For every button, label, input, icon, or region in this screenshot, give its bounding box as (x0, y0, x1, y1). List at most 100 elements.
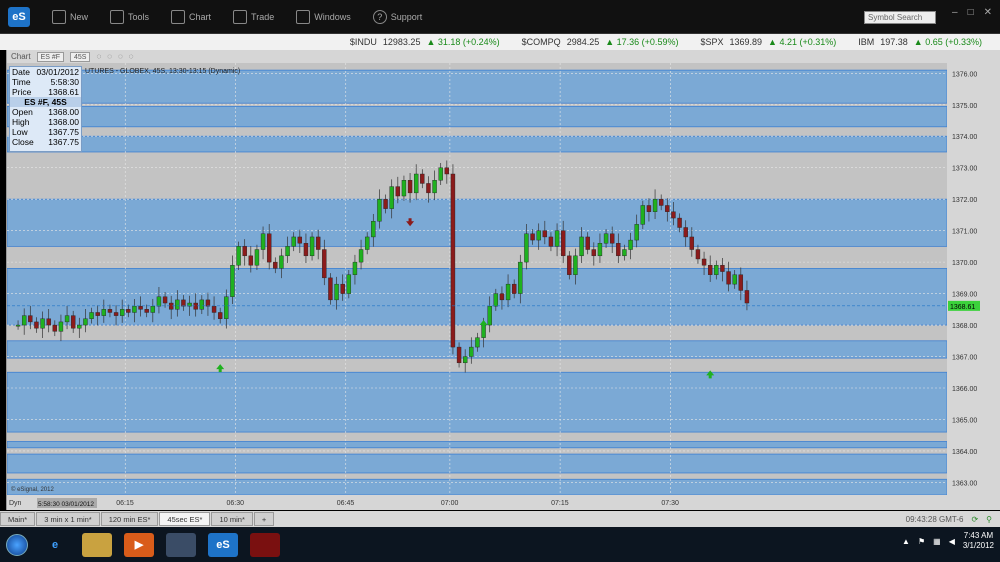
candle-body (462, 356, 468, 364)
candle-body (254, 249, 260, 266)
candle-body (175, 299, 180, 310)
candle-body (395, 186, 401, 197)
chart-type-label[interactable]: Chart (11, 52, 31, 61)
windows-button[interactable]: Windows (296, 9, 351, 24)
data-window: Date 03/01/2012 Time 5:58:30 Price 1368.61 … (9, 66, 82, 152)
page-tabs: Main* 3 min x 1 min* 120 min ES* 45sec ES* 1… (0, 511, 1000, 527)
app-taskbar-icon[interactable] (250, 532, 280, 557)
help-icon: ? (372, 9, 387, 24)
support-button[interactable]: ? Support (372, 9, 422, 24)
up-arrow-icon: ▲ (768, 37, 780, 47)
candle-body (567, 255, 572, 275)
start-button[interactable] (6, 533, 28, 556)
candle-body (273, 261, 278, 269)
sr-band (7, 371, 948, 433)
candle-body (236, 246, 241, 266)
ticker-item[interactable]: IBM 197.38 ▲ 0.65 (+0.33%) (858, 37, 982, 47)
candle-body (487, 305, 492, 326)
x-start-label: 5:58:30 03/01/2012 (38, 501, 94, 508)
candle-body (64, 315, 70, 323)
status-bar: 09:43:28 GMT-6 ⟳ ⚲ (906, 511, 992, 527)
chart-tool-icon[interactable]: ◌ (129, 52, 134, 61)
symbol-search-input[interactable]: Symbol Search (864, 11, 936, 24)
candle-body (34, 321, 39, 329)
candle-body (426, 183, 431, 194)
candle-body (671, 211, 676, 219)
volume-icon[interactable]: ◀ (949, 537, 955, 546)
folder-icon[interactable] (82, 532, 112, 557)
media-player-icon[interactable]: ▶ (124, 532, 154, 557)
candle-body (383, 198, 388, 209)
tools-button[interactable]: Tools (110, 9, 149, 24)
chart-tool-icon[interactable]: ◌ (107, 52, 112, 61)
tray-arrow-icon[interactable]: ▲ (902, 537, 910, 546)
chart-tool-icon[interactable]: ◌ (118, 52, 123, 61)
candle-body (640, 205, 646, 225)
chart-tool-icon[interactable]: ◌ (96, 52, 101, 61)
candle-body (652, 198, 658, 212)
chart-symbol-select[interactable]: ES #F (36, 51, 65, 62)
ticker-item[interactable]: $INDU 12983.25 ▲ 31.18 (+0.24%) (350, 37, 500, 47)
candle-body (77, 324, 82, 329)
chart-button[interactable]: Chart (171, 9, 211, 24)
y-tick-label: 1372.00 (952, 197, 977, 204)
tools-icon (110, 9, 125, 24)
price-chart[interactable]: 1376.00 1375.00 1374.00 1373.00 1372.00 1371.… (7, 63, 1000, 510)
trade-button[interactable]: Trade (233, 9, 274, 24)
esignal-taskbar-icon[interactable]: eS (208, 532, 238, 557)
y-tick-label: 1365.00 (952, 417, 977, 424)
candle-body (346, 274, 352, 294)
candle-body (714, 265, 719, 275)
network-icon[interactable]: ▦ (933, 537, 941, 546)
computer-icon[interactable] (166, 532, 196, 557)
candle-body (291, 236, 296, 247)
candle-body (579, 236, 584, 257)
tab-0[interactable]: Main* (0, 512, 36, 526)
candle-body (144, 309, 149, 313)
ticker-item[interactable]: $COMPQ 2984.25 ▲ 17.36 (+0.59%) (522, 37, 679, 47)
tab-1[interactable]: 3 min x 1 min* (36, 512, 100, 526)
candle-body (707, 265, 713, 275)
ie-icon[interactable]: e (40, 533, 70, 557)
trade-icon (233, 9, 248, 24)
clock[interactable]: 7:43 AM 3/1/2012 (963, 531, 994, 551)
flag-icon[interactable]: ⚑ (918, 537, 925, 546)
chart-header: UTURES - GLOBEX, 45S, 13:30-13:15 (Dynam… (85, 68, 240, 75)
x-tick-label: 06:45 (337, 500, 355, 507)
refresh-icon[interactable]: ⟳ (971, 515, 978, 524)
maximize-icon[interactable]: □ (968, 7, 974, 18)
sr-band (7, 453, 948, 474)
candle-body (554, 230, 560, 247)
candle-body (371, 221, 376, 238)
chart-panel[interactable]: Chart ES #F 45S ◌ ◌ ◌ ◌ 1376.00 1375.00 13… (6, 50, 1000, 510)
candle-body (199, 299, 205, 310)
candle-body (279, 255, 284, 269)
add-tab-button[interactable]: + (253, 512, 275, 526)
tab-2[interactable]: 120 min ES* (100, 512, 159, 526)
tab-4[interactable]: 10 min* (211, 512, 253, 526)
candle-body (181, 299, 186, 307)
new-button[interactable]: New (52, 9, 88, 24)
close-icon[interactable]: ✕ (984, 7, 992, 18)
candle-body (285, 246, 290, 257)
candle-body (726, 271, 731, 285)
candle-body (315, 236, 321, 250)
link-icon[interactable]: ⚲ (986, 515, 992, 524)
ticker-item[interactable]: $SPX 1369.89 ▲ 4.21 (+0.31%) (700, 37, 836, 47)
esignal-logo[interactable]: eS (8, 6, 30, 27)
chart-interval-select[interactable]: 45S (70, 51, 91, 62)
minimize-icon[interactable]: – (952, 7, 958, 18)
candle-body (456, 346, 462, 364)
up-arrow-icon: ▲ (426, 37, 438, 47)
candle-body (309, 236, 315, 257)
candle-body (297, 236, 303, 244)
candle-body (597, 243, 603, 257)
candle-body (420, 173, 425, 184)
candle-body (573, 255, 578, 275)
candle-body (15, 324, 21, 327)
y-tick-label: 1373.00 (952, 166, 977, 173)
y-tick-label: 1367.00 (952, 355, 977, 362)
candle-body (21, 315, 27, 326)
market-ticker: $INDU 12983.25 ▲ 31.18 (+0.24%) $COMPQ 2984.… (0, 34, 1000, 50)
tab-3[interactable]: 45sec ES* (159, 512, 211, 526)
